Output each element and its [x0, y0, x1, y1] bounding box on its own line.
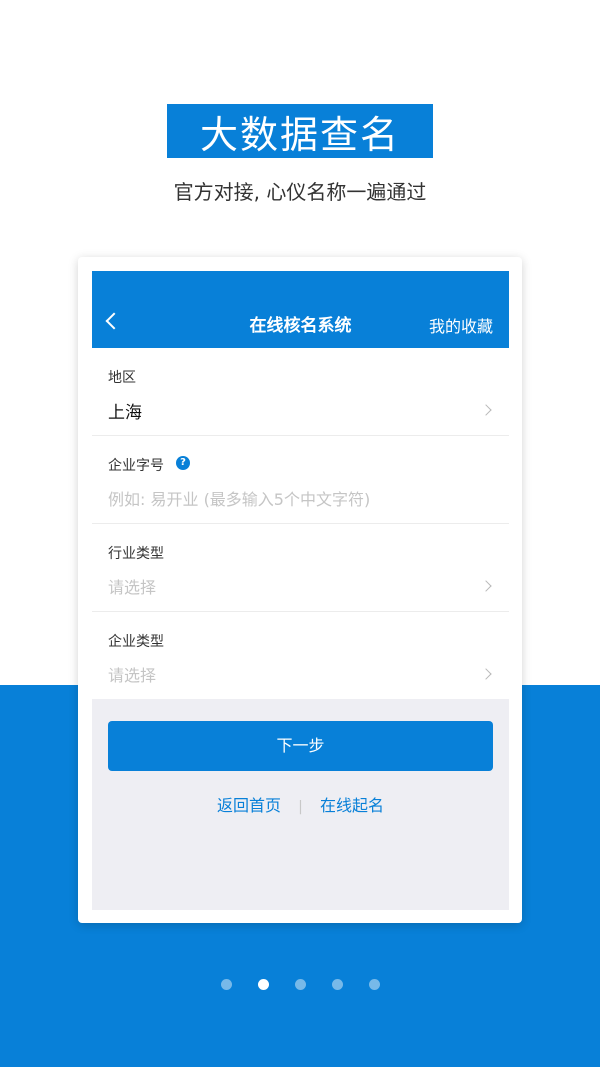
company-type-select[interactable]: 请选择	[108, 662, 156, 686]
next-step-button[interactable]: 下一步	[108, 721, 493, 771]
name-check-form: 地区 上海 企业字号 ? 例如: 易开业 (最多输入5个中文字符) 行业类型 请…	[92, 348, 509, 699]
company-type-row[interactable]: 企业类型 请选择	[92, 612, 509, 699]
link-separator: |	[298, 799, 303, 815]
chevron-right-icon	[480, 404, 492, 416]
company-name-input[interactable]: 例如: 易开业 (最多输入5个中文字符)	[108, 486, 370, 510]
region-label: 地区	[108, 370, 136, 386]
company-type-label: 企业类型	[108, 634, 164, 650]
page-dot[interactable]	[331, 979, 343, 990]
bottom-links: 返回首页 | 在线起名	[92, 792, 509, 816]
app-screen: 在线核名系统 我的收藏 地区 上海 企业字号 ? 例如: 易开业 (最多输入5个…	[92, 271, 509, 910]
region-row[interactable]: 地区 上海	[92, 348, 509, 436]
company-name-row: 企业字号 ? 例如: 易开业 (最多输入5个中文字符)	[92, 436, 509, 524]
phone-preview-card: 在线核名系统 我的收藏 地区 上海 企业字号 ? 例如: 易开业 (最多输入5个…	[78, 257, 522, 923]
region-value: 上海	[108, 403, 142, 423]
back-home-link[interactable]: 返回首页	[217, 796, 281, 815]
hero-title: 大数据查名	[199, 112, 400, 157]
chevron-right-icon	[480, 668, 492, 680]
page-dot[interactable]	[220, 979, 232, 990]
company-name-label: 企业字号	[108, 458, 164, 474]
favorites-button[interactable]: 我的收藏	[429, 313, 493, 337]
hero-title-banner: 大数据查名	[167, 104, 433, 158]
industry-type-select[interactable]: 请选择	[108, 574, 156, 598]
online-naming-link[interactable]: 在线起名	[320, 796, 384, 815]
hero-subtitle: 官方对接, 心仪名称一遍通过	[173, 180, 427, 204]
page-indicator	[0, 979, 600, 991]
page-dot[interactable]	[368, 979, 380, 990]
chevron-right-icon	[480, 580, 492, 592]
industry-type-label: 行业类型	[108, 546, 164, 562]
industry-type-row[interactable]: 行业类型 请选择	[92, 524, 509, 612]
question-icon[interactable]: ?	[176, 456, 190, 470]
nav-bar: 在线核名系统 我的收藏	[92, 271, 509, 348]
page-dot[interactable]	[257, 979, 269, 990]
page-dot[interactable]	[294, 979, 306, 990]
